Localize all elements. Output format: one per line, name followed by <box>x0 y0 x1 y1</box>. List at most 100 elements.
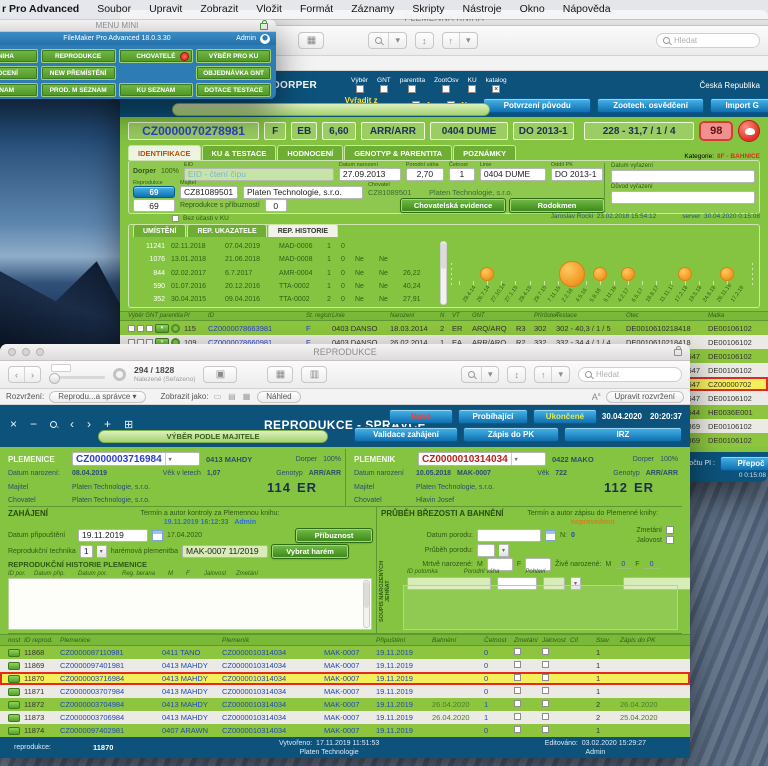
record-number-box[interactable] <box>51 364 71 372</box>
ewe-id-combo[interactable]: CZ0000003716984▾ <box>72 452 200 466</box>
row-select-pill[interactable] <box>8 727 20 735</box>
traffic-lights[interactable] <box>8 348 44 356</box>
row-checkbox[interactable] <box>146 325 153 332</box>
recalc-button[interactable]: Přepoč <box>720 456 768 471</box>
menubar-item[interactable]: Upravit <box>140 0 191 19</box>
section-field[interactable]: DO 2013-1 <box>551 168 603 181</box>
menu-mini-button[interactable]: Á KNIHA <box>0 49 38 63</box>
owner-filter-pill[interactable]: VÝBĚR PODLE MAJITELE <box>98 430 328 443</box>
repro-table-row[interactable]: 11869CZ00000974019810413 MAHDYCZ00000103… <box>0 659 690 672</box>
subtab-rep-historie[interactable]: REP. HISTORIE <box>268 224 338 237</box>
weight-field[interactable]: 2,70 <box>406 168 444 181</box>
scrollbar[interactable] <box>440 241 447 305</box>
menubar-item[interactable]: Soubor <box>88 0 140 19</box>
row-select-pill[interactable] <box>8 701 20 709</box>
row-checkbox[interactable] <box>514 648 521 655</box>
record-slider[interactable] <box>49 376 105 379</box>
reprodukce-window[interactable]: REPRODUKCE ‹› 294 / 1828 Nalezené (Seřaz… <box>0 344 690 758</box>
menubar-item[interactable]: Záznamy <box>342 0 403 19</box>
out-date-field[interactable] <box>611 170 755 183</box>
menu-mini-button[interactable]: OBJEDNÁVKA GNT <box>196 66 271 80</box>
menubar-item[interactable]: Nápověda <box>554 0 620 19</box>
repro-table-row[interactable]: 11871CZ00000037079840413 MAHDYCZ00000103… <box>0 685 690 698</box>
confirm-origin-button[interactable]: Potvrzení původu <box>483 98 590 113</box>
table-row[interactable]: ▾115CZ0000078663981F0403 DANSO18.03.2014… <box>120 321 768 335</box>
repro-table-row[interactable]: 11868CZ00000871109810411 TANOCZ000001031… <box>0 646 690 659</box>
tab-identifikace[interactable]: IDENTIFIKACE <box>128 145 201 160</box>
row-checkbox[interactable] <box>128 325 135 332</box>
select-harem-button[interactable]: Vybrat harém <box>272 545 348 558</box>
preview-button[interactable]: Náhled <box>257 391 300 403</box>
row-select-pill[interactable] <box>8 714 20 722</box>
menubar-item[interactable]: Zobrazit <box>191 0 247 19</box>
line-field[interactable]: 0404 DUME <box>480 168 546 181</box>
flag-checkbox[interactable] <box>408 85 416 93</box>
breeder-evidence-button[interactable]: Chovatelská evidence <box>401 199 505 212</box>
barren-checkbox[interactable] <box>666 536 674 544</box>
harem-field[interactable]: MAK-0007 11/2019 <box>182 545 268 558</box>
flag-checkbox[interactable] <box>356 85 364 93</box>
flag-checkbox[interactable] <box>442 85 450 93</box>
rp-titlebar[interactable]: REPRODUKCE <box>0 344 690 361</box>
view-form-icon[interactable]: ▭ <box>214 392 224 401</box>
flag-checkbox[interactable] <box>468 85 476 93</box>
menu-mini-button[interactable]: VÝBĚR PRO KU <box>196 49 271 63</box>
menubar-item[interactable]: Okno <box>511 0 554 19</box>
view-list-icon[interactable]: ▤ <box>228 392 238 401</box>
calendar-icon[interactable] <box>545 530 556 541</box>
repro-table-row[interactable]: 11870CZ00000037169840413 MAHDYCZ00000103… <box>0 672 690 685</box>
menubar-item[interactable]: r Pro Advanced <box>0 0 88 19</box>
chevron-down-icon[interactable]: ▾ <box>499 544 509 557</box>
write-pk-button[interactable]: Zápis do PK <box>463 427 559 442</box>
row-select-pill[interactable] <box>8 662 20 670</box>
pk-find-control[interactable]: ▾ <box>368 32 407 49</box>
history-row[interactable]: 35230.04.201509.04.2016TTA-000220NeNe27,… <box>135 294 445 306</box>
kin-count-field[interactable]: 69 <box>133 199 175 212</box>
row-checkbox[interactable] <box>542 726 549 733</box>
irz-button[interactable]: IRZ <box>564 427 682 442</box>
row-select-pill[interactable] <box>8 675 20 683</box>
scrollbar[interactable] <box>363 580 370 628</box>
pk-selection-pill[interactable] <box>172 103 490 116</box>
history-row[interactable]: 59001.07.201620.12.2016TTA-000210NeNe40,… <box>135 280 445 292</box>
lamb-list-area[interactable] <box>403 585 678 630</box>
rp-sort-control[interactable]: ↕ <box>507 366 526 383</box>
parity-field[interactable]: 1 <box>449 168 475 181</box>
menu-mini-button[interactable]: PROD. M SEZNAM <box>41 83 116 97</box>
row-checkbox[interactable] <box>514 713 521 720</box>
menu-mini-window[interactable]: MENU MINI FileMaker Pro Advanced 18.0.3.… <box>0 19 276 99</box>
show-hide-icon[interactable]: ▦ <box>298 32 324 49</box>
row-checkbox[interactable] <box>514 726 521 733</box>
show-hide-button[interactable]: ▦ <box>267 366 293 383</box>
filter-new-button[interactable]: Nové <box>389 409 453 424</box>
repro-table-row[interactable]: 11874CZ00000974029810407 ARAWNCZ00000103… <box>0 724 690 737</box>
history-row[interactable]: 1124102.11.201807.04.2019MAD-000610 <box>135 240 445 252</box>
row-select-pill[interactable] <box>8 688 20 696</box>
tab-hodnocen-[interactable]: HODNOCENÍ <box>277 145 343 160</box>
tab-ku-testace[interactable]: KU & TESTACE <box>202 145 277 160</box>
no-ku-checkbox[interactable] <box>172 215 179 222</box>
menu-mini-button[interactable]: SEZNAM <box>0 83 38 97</box>
row-checkbox[interactable] <box>542 648 549 655</box>
row-checkbox[interactable] <box>542 661 549 668</box>
kinship-button[interactable]: Příbuznost <box>296 529 372 542</box>
repro-table-row[interactable]: 11872CZ00000037049840413 MAHDYCZ00000103… <box>0 698 690 711</box>
import-gnt-button[interactable]: Import G <box>710 98 768 113</box>
delete-record-button[interactable]: ▥ <box>301 366 327 383</box>
menu-mini-button[interactable]: ODNOCENÍ <box>0 66 38 80</box>
row-checkbox[interactable] <box>542 674 549 681</box>
row-checkbox[interactable] <box>542 700 549 707</box>
pedigree-button[interactable]: Rodokmen <box>510 199 604 212</box>
repro-table-row[interactable]: 11873CZ00000037069840413 MAHDYCZ00000103… <box>0 711 690 724</box>
animal-id[interactable]: CZ0000070278981 <box>128 122 259 140</box>
row-mini-button[interactable]: ▾ <box>155 324 169 333</box>
zootech-certificate-button[interactable]: Zootech. osvědčení <box>597 98 704 113</box>
kin-value-field[interactable]: 0 <box>265 199 287 212</box>
repro-count-button[interactable]: 69 <box>133 186 175 198</box>
new-record-button[interactable]: ▣ <box>203 366 237 383</box>
row-checkbox[interactable] <box>514 661 521 668</box>
subtab-rep-ukazatele[interactable]: REP. UKAZATELE <box>187 224 266 237</box>
view-table-icon[interactable]: ▦ <box>243 392 253 401</box>
tech-field[interactable]: 1 <box>80 545 93 558</box>
row-checkbox[interactable] <box>514 687 521 694</box>
